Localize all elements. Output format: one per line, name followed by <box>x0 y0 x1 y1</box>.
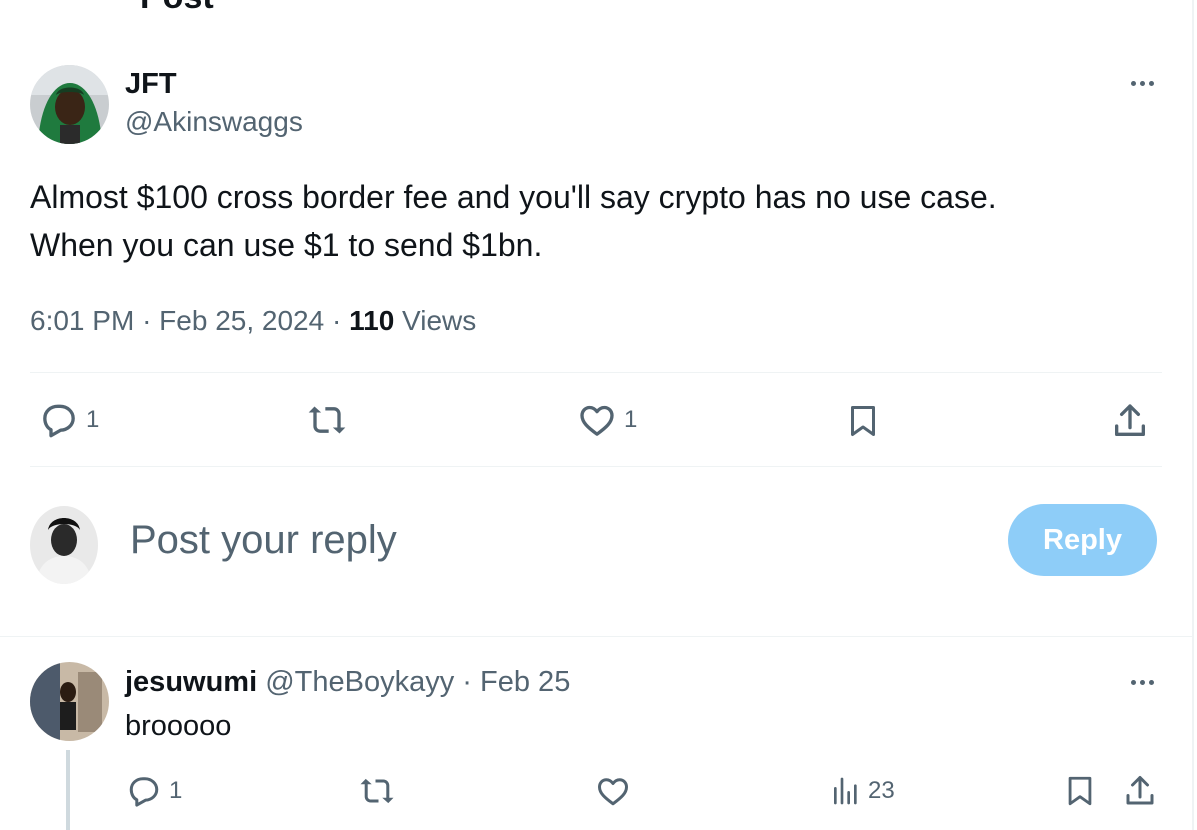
divider <box>30 466 1162 467</box>
repost-icon <box>308 406 346 434</box>
views-icon <box>834 777 857 805</box>
like-count: 1 <box>624 406 638 433</box>
reply-input[interactable]: Post your reply <box>130 514 397 566</box>
share-icon <box>1115 404 1145 436</box>
reply-repost-button[interactable] <box>357 773 397 809</box>
author-avatar[interactable] <box>30 65 109 144</box>
bookmark-icon <box>1068 776 1092 806</box>
reply-text: brooooo <box>125 710 232 742</box>
more-icon <box>1130 679 1136 685</box>
reply-date[interactable]: Feb 25 <box>480 666 570 698</box>
post-text: Almost $100 cross border fee and you'll … <box>30 173 1150 269</box>
thread-line <box>66 750 70 830</box>
post-author: JFT @Akinswaggs <box>125 66 303 140</box>
reply-reply-button[interactable]: 1 <box>125 773 182 809</box>
bookmark-action-button[interactable] <box>845 400 881 442</box>
meta-separator: · <box>142 305 152 336</box>
like-action-button[interactable]: 1 <box>576 400 637 440</box>
reply-button[interactable]: Reply <box>1008 504 1157 576</box>
like-icon <box>598 778 628 806</box>
reply-views-count: 23 <box>868 777 895 804</box>
post-text-line: When you can use $1 to send $1bn. <box>30 227 543 263</box>
author-name[interactable]: JFT <box>125 66 303 102</box>
more-icon <box>1130 80 1136 86</box>
repost-icon <box>360 778 394 804</box>
reply-author-avatar[interactable] <box>30 662 109 741</box>
repost-action-button[interactable] <box>305 400 349 440</box>
reply-icon <box>43 404 75 438</box>
share-icon <box>1126 776 1154 805</box>
reply-share-button[interactable] <box>1122 772 1158 810</box>
reply-author-handle[interactable]: @TheBoykayy <box>265 666 454 698</box>
reply-reply-count: 1 <box>169 777 183 804</box>
post-more-button[interactable] <box>1120 71 1164 95</box>
current-user-avatar[interactable] <box>30 506 98 584</box>
author-handle[interactable]: @Akinswaggs <box>125 104 303 140</box>
reply-header: jesuwumi @TheBoykayy · Feb 25 <box>125 664 570 700</box>
bookmark-icon <box>851 406 875 436</box>
reply-more-button[interactable] <box>1120 670 1164 694</box>
post-meta: 6:01 PM · Feb 25, 2024 · 110 Views <box>30 303 476 339</box>
share-action-button[interactable] <box>1110 400 1150 442</box>
reply-views-button[interactable]: 23 <box>830 773 895 809</box>
reply-author-name[interactable]: jesuwumi <box>125 666 257 698</box>
reply-icon <box>129 777 159 807</box>
views-count: 110 <box>349 305 395 336</box>
post-date[interactable]: Feb 25, 2024 <box>159 305 324 336</box>
divider <box>30 372 1162 373</box>
post-text-line: Almost $100 cross border fee and you'll … <box>30 179 997 215</box>
reply-like-button[interactable] <box>594 773 632 809</box>
reply-count: 1 <box>86 406 100 433</box>
meta-separator: · <box>331 305 342 336</box>
like-icon <box>580 405 614 436</box>
post-time[interactable]: 6:01 PM <box>30 305 134 336</box>
reply-bookmark-button[interactable] <box>1063 772 1097 810</box>
views-label: Views <box>402 305 477 336</box>
column-border <box>1192 0 1194 830</box>
reply-action-button[interactable]: 1 <box>38 400 99 440</box>
reply-separator: · <box>462 666 472 698</box>
divider <box>0 636 1192 637</box>
post-detail-page: Post JFT @Akinswaggs Almost $100 cross b… <box>0 0 1197 830</box>
page-header-title: Post <box>140 0 214 17</box>
